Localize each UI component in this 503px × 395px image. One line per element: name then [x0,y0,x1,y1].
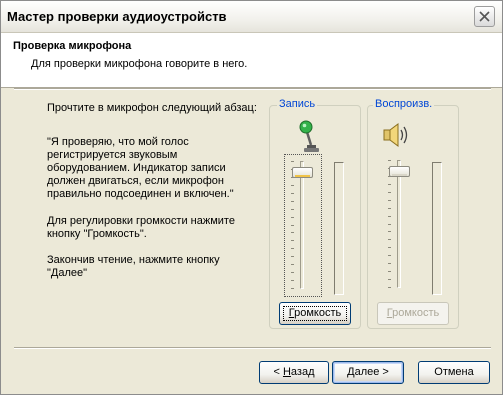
microphone-icon [299,120,319,152]
recording-slider-ticks [291,161,294,289]
speaker-icon [383,123,408,147]
finish-hint-line: Закончив чтение, нажмите кнопку [47,254,220,266]
close-icon [479,11,490,22]
quote-line: "Я проверяю, что мой голос [47,136,189,148]
playback-volume-button-label: ромкость [392,307,440,319]
title-bar[interactable]: Мастер проверки аудиоустройств [1,1,502,33]
back-button-label: азад [290,366,315,378]
wizard-header: Проверка микрофона Для проверки микрофон… [1,33,502,88]
bottom-divider [14,347,491,349]
playback-slider-ticks [388,160,391,288]
quote-line: регистрируется звуковым [47,149,178,161]
audio-tuning-wizard-window: Мастер проверки аудиоустройств Проверка … [0,0,503,395]
next-button-mnemonic: Д [347,366,355,378]
next-button[interactable]: Далее > [332,361,404,384]
playback-slider-track [397,160,401,288]
back-button-prefix: < [273,366,283,378]
recording-volume-button[interactable]: Громкость [279,302,351,325]
quote-line: оборудованием. Индикатор записи [47,162,226,174]
recording-slider-thumb[interactable] [292,167,313,178]
playback-volume-slider[interactable] [382,154,420,297]
finish-hint: Закончив чтение, нажмите кнопку "Далее" [47,254,220,280]
volume-hint-line: Для регулировки громкости нажмите [47,215,235,227]
intro-text: Прочтите в микрофон следующий абзац: [47,102,257,114]
playback-group-label: Воспроизв. [373,98,435,111]
recording-volume-slider[interactable] [284,154,322,297]
quote-line: правильно подсоединен и включен." [47,188,234,200]
page-title: Проверка микрофона [13,40,132,52]
back-button[interactable]: < Назад [259,361,329,384]
recording-group-label: Запись [277,98,318,111]
close-button[interactable] [474,6,495,27]
finish-hint-line: "Далее" [47,267,88,279]
quote-paragraph: "Я проверяю, что мой голос регистрируетс… [47,136,234,201]
back-button-mnemonic: Н [282,366,291,378]
playback-level-meter [432,162,442,295]
focus-ring [283,306,347,321]
page-subtitle: Для проверки микрофона говорите в него. [31,58,248,70]
recording-slider-track [300,161,304,289]
recording-level-meter [334,162,344,295]
playback-slider-thumb[interactable] [389,166,410,177]
cancel-button[interactable]: Отмена [418,361,490,384]
volume-hint-line: кнопку "Громкость". [47,228,147,240]
volume-hint: Для регулировки громкости нажмите кнопку… [47,215,235,241]
quote-line: должен двигаться, если микрофон [47,175,224,187]
next-button-label: алее > [354,366,389,378]
playback-volume-button[interactable]: Громкость [377,302,449,325]
window-title: Мастер проверки аудиоустройств [7,9,227,24]
top-divider [14,88,491,90]
